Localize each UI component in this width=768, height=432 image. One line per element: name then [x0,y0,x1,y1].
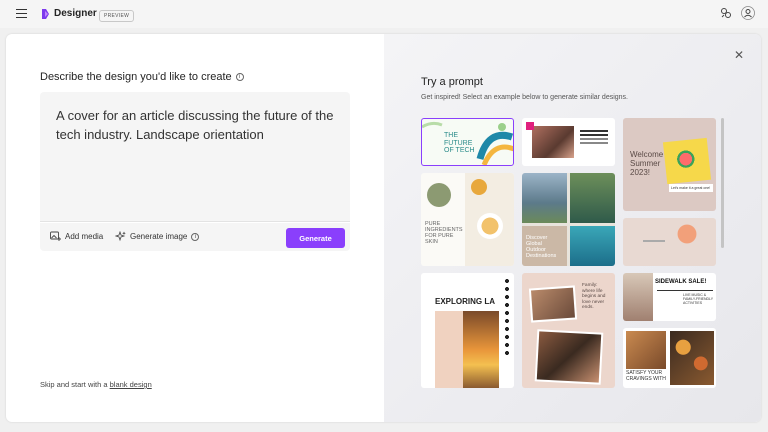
tile-family-photo-2 [534,329,604,385]
prompt-toolbar: Add media Generate image i Generate [40,223,350,251]
tile-family-photo-1 [528,285,578,323]
tile-food-photo [670,331,714,385]
examples-scrollbar[interactable] [721,118,724,248]
try-prompt-subtitle: Get inspired! Select an example below to… [421,94,628,101]
tile-future-line3: OF TECH [444,147,475,154]
tile-sidewalk-sub3: ACTIVITIES [683,301,703,305]
app-title: Designer [54,8,97,19]
tile-ingredients-photo [465,173,514,266]
image-add-icon [50,231,61,241]
tile-summer-photo [662,137,712,185]
generate-button[interactable]: Generate [286,228,345,248]
example-tile-family[interactable]: Family: where life begins and love never… [522,273,615,388]
generate-image-button[interactable]: Generate image i [115,231,200,242]
tile-summer-caption: Let's make it a great one! [669,184,713,192]
example-tile-pure-ingredients[interactable]: PURE INGREDIENTS FOR PURE SKIN [421,173,514,266]
prompt-panel: Describe the design you'd like to create… [6,34,384,422]
prompt-heading-text: Describe the design you'd like to create [40,71,232,83]
share-icon[interactable] [719,6,733,20]
tile-mountain-photo [522,173,567,223]
create-dialog: Describe the design you'd like to create… [6,34,761,422]
add-media-label: Add media [65,231,104,241]
tile-discover-line4: Destinations [526,253,557,259]
generate-image-label: Generate image [130,232,188,241]
tile-exploring-title: EXPLORING LA [435,297,496,306]
tile-hands-image [532,126,574,158]
tile-summer-line2: Summer [630,159,661,168]
tile-future-line1: THE [444,132,458,139]
example-tile-hands-photo[interactable] [522,118,615,166]
tile-bag-photo [626,331,666,369]
tile-sidewalk-title: SIDEWALK SALE! [655,279,707,285]
tile-flowers-text-line [643,240,665,242]
tile-forest-photo [570,173,615,223]
profile-icon[interactable] [741,6,755,20]
designer-logo-icon [42,9,49,19]
tile-text-lines [580,130,608,132]
example-tile-exploring-la[interactable]: EXPLORING LA [421,273,514,388]
tile-summer-line1: Welcome [630,150,664,159]
prompt-examples-panel: ✕ Try a prompt Get inspired! Select an e… [384,34,761,422]
generate-image-info-icon[interactable]: i [191,232,200,241]
tile-family-line3: begins and [582,294,606,299]
example-tile-future-of-tech[interactable]: THE FUTURE OF TECH [421,118,514,166]
example-tile-discover-destinations[interactable]: Discover Global Outdoor Destinations [522,173,615,266]
blank-design-link[interactable]: blank design [110,380,152,389]
preview-badge: PREVIEW [99,10,135,22]
skip-text: Skip and start with a blank design [40,380,152,389]
tile-lake-photo [570,226,615,266]
example-tile-sidewalk-sale[interactable]: SIDEWALK SALE! LIVE MUSIC & FAMILY-FRIEN… [623,273,716,321]
tile-flowers-photo [675,222,699,262]
tile-la-pink-block [435,311,463,388]
tile-cravings-line2: CRAVINGS WITH [626,375,666,382]
try-prompt-title: Try a prompt [421,76,483,88]
close-icon[interactable]: ✕ [734,48,744,62]
example-tile-flowers[interactable] [623,218,716,266]
prompt-input[interactable]: A cover for an article discussing the fu… [40,92,350,222]
tile-sidewalk-divider [657,290,713,291]
tile-dots-pattern [503,277,511,357]
info-icon[interactable]: i [235,73,244,81]
tile-plant-image [427,183,451,207]
sparkle-icon [115,231,126,242]
tile-ingredients-line4: SKIN [425,239,438,245]
tile-family-line5: ends. [582,305,594,310]
tile-summer-line3: 2023! [630,168,651,177]
menu-icon[interactable] [16,9,27,18]
tile-future-line2: FUTURE [444,139,473,147]
tile-la-sunset-photo [463,311,499,388]
top-bar: Designer PREVIEW [0,0,768,28]
example-tile-cravings[interactable]: SATISFY YOUR CRAVINGS WITH [623,328,716,388]
example-tile-welcome-summer[interactable]: Welcome Summer 2023! Let's make it a gre… [623,118,716,211]
skip-prefix: Skip and start with a [40,380,110,389]
prompt-text[interactable]: A cover for an article discussing the fu… [56,106,341,144]
tile-sidewalk-photo [623,273,653,321]
tile-pink-square [526,122,534,130]
prompt-heading: Describe the design you'd like to create… [40,71,244,83]
add-media-button[interactable]: Add media [50,231,103,241]
